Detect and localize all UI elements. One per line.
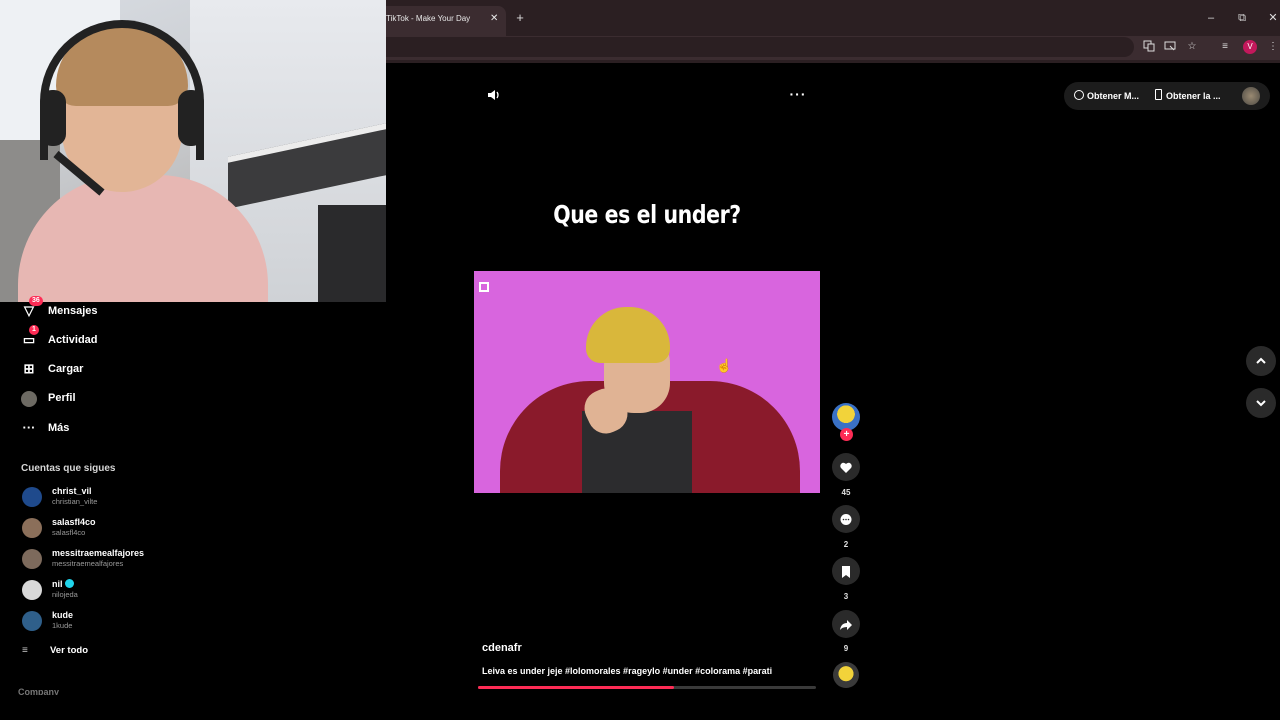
footer-company-link[interactable]: Company (18, 687, 59, 695)
webcam-overlay (0, 0, 386, 302)
avatar (22, 580, 42, 600)
restore-icon[interactable]: ⧉ (1234, 10, 1250, 26)
more-options-icon[interactable]: ··· (788, 86, 808, 104)
sidebar-item-label: Cargar (48, 363, 84, 375)
activity-badge: 1 (29, 325, 39, 335)
profile-icon (20, 389, 38, 407)
progress-fill (478, 686, 675, 689)
sidebar-item-messages[interactable]: ▽ 36 Mensajes (20, 296, 98, 321)
upload-icon: ⊞ (23, 361, 35, 376)
browser-profile-avatar[interactable]: V (1243, 40, 1257, 54)
account-handle: salasfl4co (52, 528, 86, 537)
sidebar-item-profile[interactable]: Perfil (20, 388, 76, 408)
save-button[interactable] (832, 557, 860, 585)
account-handle: christian_vilte (52, 497, 98, 506)
bookmark-icon (842, 565, 850, 578)
headset-ear-left (40, 90, 66, 146)
account-name: kude (52, 610, 74, 620)
hand-cursor-icon: ☝ (716, 358, 733, 373)
avatar (22, 549, 42, 569)
account-handle: nilojeda (52, 590, 78, 599)
comment-button[interactable] (832, 505, 860, 533)
address-bar[interactable] (386, 37, 1134, 57)
sidebar-item-label: Más (48, 422, 70, 434)
previous-video-button[interactable] (1246, 346, 1276, 376)
verified-icon (64, 579, 74, 588)
account-name: salasfl4co (52, 517, 96, 527)
messages-badge: 36 (29, 296, 43, 306)
get-app-button[interactable]: Obtener la ... (1155, 82, 1221, 110)
coin-icon (1074, 90, 1084, 100)
see-all-label: Ver todo (50, 645, 89, 656)
tab-title: TikTok - Make Your Day (386, 14, 471, 23)
chevron-up-icon (1256, 357, 1266, 364)
video-person-beanie (586, 307, 670, 363)
headset-ear-right (178, 90, 204, 146)
reading-list-icon[interactable]: ≡ (1218, 40, 1232, 54)
cast-icon[interactable] (1163, 40, 1177, 54)
following-title: Cuentas que sigues (21, 463, 116, 474)
account-handle: 1kude (52, 621, 73, 630)
browser-menu-icon[interactable]: ⋮ (1266, 40, 1280, 54)
list-icon: ≡ (22, 645, 28, 656)
like-count: 45 (841, 488, 851, 497)
video-caption: Leiva es under jeje #lolomorales #rageyl… (482, 666, 773, 676)
star-icon[interactable]: ☆ (1185, 40, 1199, 54)
heart-icon (840, 462, 852, 473)
messages-icon: ▽ 36 (20, 296, 43, 320)
translate-icon[interactable] (1142, 40, 1156, 54)
get-app-label: Obtener la ... (1166, 91, 1221, 101)
video-author[interactable]: cdenafr (482, 642, 522, 654)
video-player[interactable] (474, 271, 820, 493)
volume-icon[interactable] (486, 88, 502, 104)
tab-close-icon[interactable]: ✕ (490, 6, 498, 32)
creator-avatar[interactable] (832, 403, 860, 431)
share-button[interactable] (832, 610, 860, 638)
share-count: 9 (843, 644, 849, 653)
get-coins-button[interactable]: Obtener M... (1074, 82, 1139, 110)
sidebar-item-more[interactable]: ··· Más (20, 418, 70, 438)
browser-tab[interactable]: TikTok - Make Your Day ✕ (386, 6, 506, 36)
avatar (22, 611, 42, 631)
see-all-button[interactable]: ≡ Ver todo (22, 645, 88, 656)
sidebar-item-activity[interactable]: ▭ 1 Actividad (20, 325, 98, 350)
music-disc[interactable] (833, 662, 859, 688)
account-name: nil (52, 579, 74, 589)
like-button[interactable] (832, 453, 860, 481)
chevron-down-icon (1256, 400, 1266, 407)
video-title: Que es el under? (553, 200, 741, 229)
window-close-icon[interactable]: ✕ (1265, 10, 1280, 26)
new-tab-button[interactable]: + (513, 10, 527, 26)
comment-count: 2 (843, 540, 849, 549)
sidebar-item-label: Mensajes (48, 305, 98, 317)
video-logo-icon (479, 282, 489, 292)
follow-plus-icon[interactable]: + (840, 428, 853, 441)
account-handle: messitraemealfajores (52, 559, 124, 568)
more-icon: ··· (22, 420, 36, 435)
account-name: christ_vil (52, 486, 92, 496)
sidebar-item-label: Actividad (48, 334, 98, 346)
sidebar-item-upload[interactable]: ⊞ Cargar (20, 359, 84, 379)
get-coins-label: Obtener M... (1087, 91, 1140, 101)
toolbar-border (386, 60, 1280, 63)
account-name: messitraemealfajores (52, 548, 145, 558)
comment-icon (840, 513, 852, 525)
user-avatar[interactable] (1242, 87, 1260, 105)
avatar (22, 487, 42, 507)
avatar (22, 518, 42, 538)
minimize-icon[interactable]: – (1203, 10, 1219, 26)
activity-icon: ▭ 1 (20, 325, 39, 349)
phone-icon (1155, 89, 1162, 100)
background-speaker (318, 205, 386, 302)
sidebar-item-label: Perfil (48, 392, 76, 404)
save-count: 3 (843, 592, 849, 601)
share-icon (840, 619, 852, 630)
next-video-button[interactable] (1246, 388, 1276, 418)
